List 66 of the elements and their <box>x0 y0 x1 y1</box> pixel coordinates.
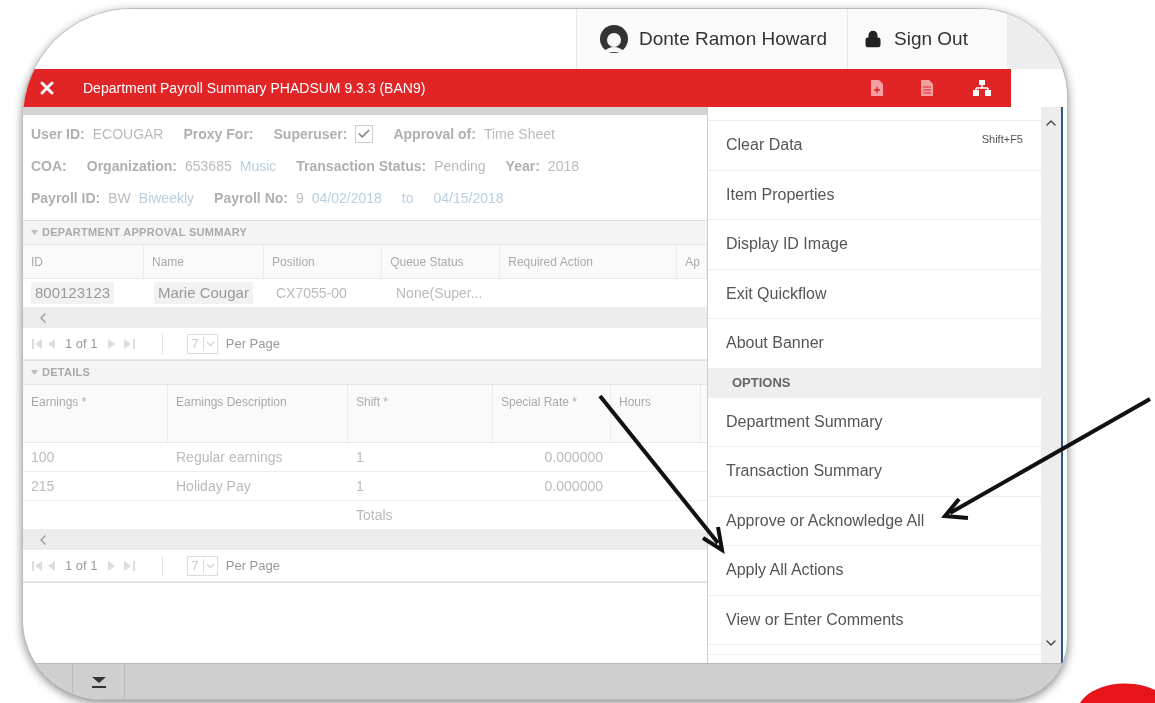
first-page-icon[interactable] <box>31 337 57 350</box>
dropdown-icon <box>202 336 217 351</box>
table-cell-text: None(Super... <box>396 283 483 303</box>
page-count: 1 of 1 <box>65 556 98 575</box>
field-label: Payroll No: <box>214 188 288 208</box>
table-cell-text: 100 <box>31 447 55 467</box>
field-label: Proxy For: <box>183 124 254 144</box>
per-page-label: Per Page <box>225 334 280 353</box>
field-value: ECOUGAR <box>92 124 164 144</box>
add-document-icon[interactable] <box>871 80 883 96</box>
field-label: Approval of: <box>393 124 476 144</box>
collapse-down-icon <box>90 675 107 688</box>
first-page-icon[interactable] <box>31 559 57 572</box>
field-label: Payroll ID: <box>31 188 101 208</box>
column-header: Name <box>144 245 265 278</box>
section-title: DETAILS <box>42 365 91 381</box>
document-icon[interactable] <box>921 80 933 96</box>
field-label: COA: <box>31 156 67 176</box>
column-header: Queue Status <box>382 245 501 278</box>
column-header: Earnings * <box>23 385 168 442</box>
column-header: Shift * <box>348 385 493 442</box>
column-header: Special Rate * <box>493 385 611 442</box>
column-header: ID <box>23 245 145 278</box>
field-label: User ID: <box>31 124 85 144</box>
scrollbar[interactable] <box>1041 107 1063 663</box>
table-cell-text: CX7055-00 <box>276 283 347 303</box>
field-label: Year: <box>505 156 540 176</box>
table-cell-text: Totals <box>356 505 393 525</box>
menu-section-header: OPTIONS <box>708 368 1041 398</box>
field-value: Pending <box>434 156 486 176</box>
page-title: Department Payroll Summary PHADSUM 9.3.3 (BAN9) <box>83 78 426 98</box>
lock-icon <box>864 30 882 48</box>
field-value: 2018 <box>547 156 579 176</box>
table-cell-text: 0.000000 <box>544 447 603 467</box>
per-page-label: Per Page <box>225 556 280 575</box>
last-page-icon[interactable] <box>105 337 138 350</box>
section-title: DEPARTMENT APPROVAL SUMMARY <box>42 225 248 241</box>
field-label: Superuser: <box>273 124 348 144</box>
hierarchy-icon[interactable] <box>973 80 991 96</box>
table-cell-text: Holiday Pay <box>176 476 251 496</box>
table-cell-text: 1 <box>356 476 364 496</box>
column-header: Ap <box>677 245 707 278</box>
field-label: Organization: <box>86 156 177 176</box>
table-cell: Marie Cougar <box>154 281 253 305</box>
last-page-icon[interactable] <box>105 559 138 572</box>
field-value: 9 <box>295 188 304 208</box>
check-icon <box>357 127 372 141</box>
table-cell-text: 215 <box>31 476 55 496</box>
avatar-icon <box>597 24 631 54</box>
field-label: Transaction Status: <box>296 156 427 176</box>
field-value: BW <box>108 188 131 208</box>
table-cell: 800123123 <box>31 281 115 305</box>
table-cell-text: 0.000000 <box>544 476 603 496</box>
column-header: Required Action <box>500 245 678 278</box>
column-header: Hours <box>611 385 701 442</box>
collapse-icon[interactable] <box>31 370 38 375</box>
column-header: Position <box>264 245 383 278</box>
table-cell-text: Regular earnings <box>176 447 283 467</box>
superuser-checkbox[interactable] <box>355 125 374 143</box>
column-header: Earnings Description <box>168 385 348 442</box>
page-count: 1 of 1 <box>65 334 98 353</box>
collapse-icon[interactable] <box>31 230 38 235</box>
table-cell-text: 1 <box>356 447 364 467</box>
dropdown-icon <box>202 558 217 573</box>
field-value: Time Sheet <box>483 124 555 144</box>
field-value: 653685 <box>185 156 232 176</box>
